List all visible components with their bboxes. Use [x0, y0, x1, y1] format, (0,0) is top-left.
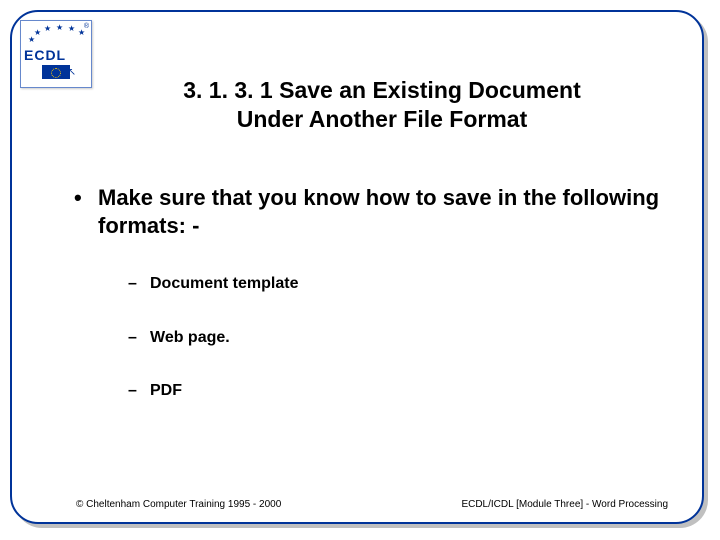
footer-right: ECDL/ICDL [Module Three] - Word Processi… [461, 499, 668, 510]
title-line-1: 3. 1. 3. 1 Save an Existing Document [183, 77, 581, 103]
slide-body: Make sure that you know how to save in t… [70, 184, 662, 434]
logo-stars-icon: ★★★ ★★★ [24, 24, 88, 45]
slide-title: 3. 1. 3. 1 Save an Existing Document Und… [102, 76, 662, 134]
logo-text: ECDL [24, 47, 88, 63]
footer-left: © Cheltenham Computer Training 1995 - 20… [76, 499, 281, 510]
slide-frame: ★★★ ★★★ ® ECDL ↖ 3. 1. 3. 1 Save an Exis… [10, 10, 704, 524]
sub-bullet-list: Document template Web page. PDF [126, 274, 662, 400]
title-line-2: Under Another File Format [237, 106, 528, 132]
eu-flag-icon [42, 65, 70, 79]
sub-bullet-2: Web page. [126, 328, 662, 347]
ecdl-logo: ★★★ ★★★ ® ECDL ↖ [20, 20, 92, 88]
sub-bullet-3: PDF [126, 381, 662, 400]
sub-bullet-1: Document template [126, 274, 662, 293]
logo-mini-art: ↖ [24, 65, 88, 78]
logo-subtext [24, 79, 88, 85]
cursor-icon: ↖ [68, 67, 76, 78]
bullet-main: Make sure that you know how to save in t… [70, 184, 662, 240]
registered-mark: ® [84, 23, 89, 30]
